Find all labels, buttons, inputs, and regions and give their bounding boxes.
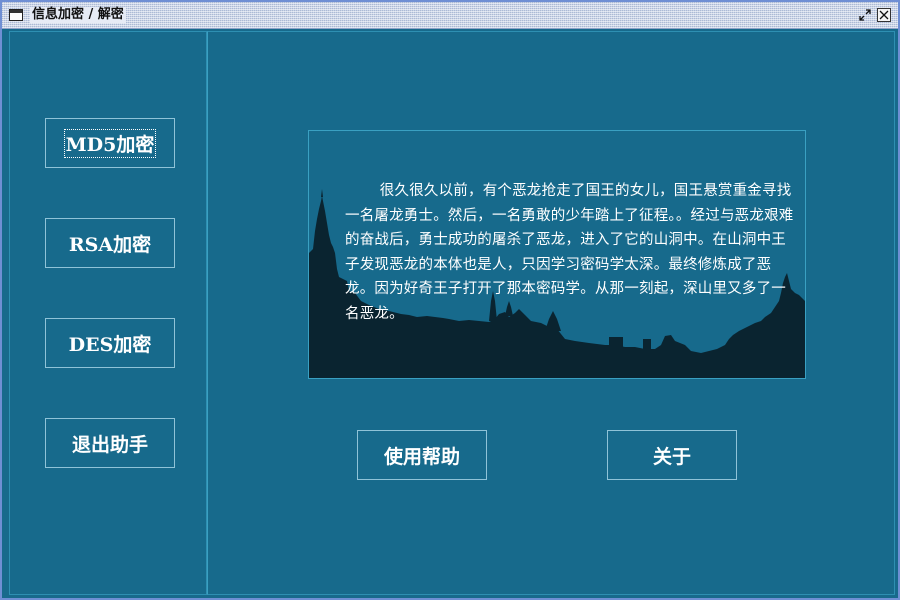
- restore-icon[interactable]: [858, 8, 872, 22]
- about-label: 关于: [652, 445, 691, 468]
- story-text: 很久很久以前，有个恶龙抢走了国王的女儿，国王悬赏重金寻找一名屠龙勇士。然后，一名…: [345, 183, 794, 322]
- sidebar-panel: [9, 31, 207, 595]
- md5-encrypt-button[interactable]: MD5加密: [45, 118, 175, 168]
- rsa-encrypt-label: RSA加密: [68, 233, 152, 256]
- window-icon: [9, 9, 23, 21]
- close-icon[interactable]: [877, 8, 891, 22]
- des-encrypt-label: DES加密: [68, 333, 152, 356]
- window-title: 信息加密 / 解密: [30, 7, 126, 23]
- exit-assistant-button[interactable]: 退出助手: [45, 418, 175, 468]
- help-label: 使用帮助: [383, 445, 460, 468]
- md5-encrypt-label: MD5加密: [63, 128, 157, 158]
- app-window: 信息加密 / 解密 MD5加密 RSA加密 DES加密 退出助手 很久很久以前，…: [0, 0, 900, 600]
- exit-assistant-label: 退出助手: [71, 433, 148, 456]
- story-panel: 很久很久以前，有个恶龙抢走了国王的女儿，国王悬赏重金寻找一名屠龙勇士。然后，一名…: [308, 130, 806, 379]
- rsa-encrypt-button[interactable]: RSA加密: [45, 218, 175, 268]
- title-bar[interactable]: 信息加密 / 解密: [2, 2, 898, 29]
- about-button[interactable]: 关于: [607, 430, 737, 480]
- help-button[interactable]: 使用帮助: [357, 430, 487, 480]
- des-encrypt-button[interactable]: DES加密: [45, 318, 175, 368]
